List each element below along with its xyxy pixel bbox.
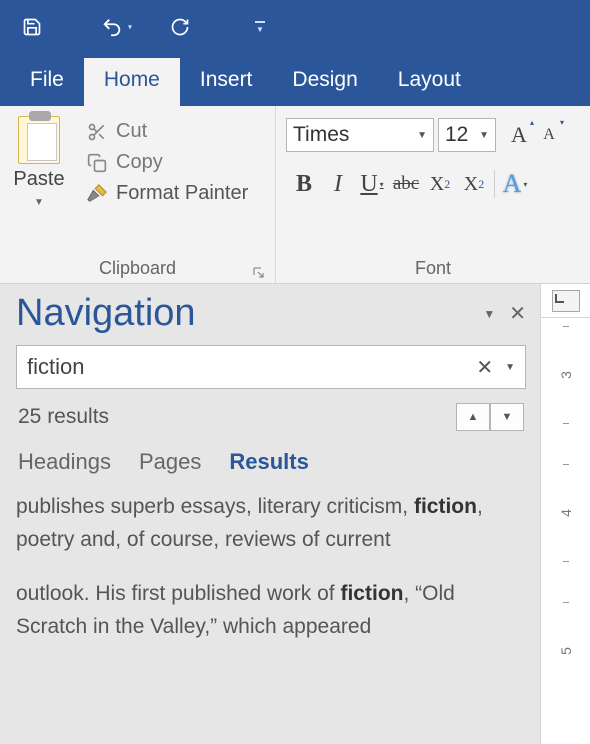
subscript-button[interactable]: X2 [426, 168, 454, 200]
paste-dropdown[interactable]: ▼ [34, 197, 44, 208]
clear-search-button[interactable]: ✕ [468, 355, 501, 380]
vertical-ruler: 3 4 5 [540, 284, 590, 744]
paste-icon[interactable] [18, 116, 60, 164]
clipboard-group-label: Clipboard [4, 254, 271, 281]
tab-layout[interactable]: Layout [378, 58, 481, 106]
close-navigation-button[interactable]: ✕ [509, 301, 526, 326]
chevron-down-icon: ▾ [380, 180, 384, 189]
tab-insert[interactable]: Insert [180, 58, 273, 106]
previous-result-button[interactable]: ▲ [456, 403, 490, 431]
undo-button[interactable]: ▾ [90, 5, 134, 49]
next-result-button[interactable]: ▼ [490, 403, 524, 431]
search-result-item[interactable]: publishes superb essays, literary critic… [16, 491, 526, 556]
chevron-down-icon: ▾ [523, 180, 527, 189]
ruler-mark: 3 [557, 371, 573, 379]
navigation-tabs: Headings Pages Results [16, 441, 526, 491]
navigation-title: Navigation [16, 292, 196, 335]
font-size-combobox[interactable]: 12 ▼ [438, 118, 496, 152]
underline-button[interactable]: U▾ [358, 168, 386, 200]
font-name-value: Times [293, 123, 349, 147]
chevron-down-icon: ▼ [471, 130, 489, 141]
nav-tab-headings[interactable]: Headings [18, 449, 111, 475]
repeat-button[interactable] [158, 5, 202, 49]
ribbon-tabs: File Home Insert Design Layout [0, 54, 590, 106]
ruler-mark: 4 [557, 509, 573, 517]
shrink-font-button[interactable]: A▾ [536, 120, 562, 150]
tab-design[interactable]: Design [272, 58, 377, 106]
customize-qat-button[interactable]: ▼ [250, 5, 270, 49]
cut-button[interactable]: Cut [82, 118, 252, 145]
font-group-label: Font [280, 254, 586, 281]
undo-caret-icon[interactable]: ▾ [128, 23, 132, 32]
nav-tab-pages[interactable]: Pages [139, 449, 201, 475]
format-painter-button[interactable]: Format Painter [82, 180, 252, 207]
results-count: 25 results [18, 405, 109, 429]
search-input[interactable] [27, 354, 468, 380]
copy-label: Copy [116, 151, 163, 174]
paintbrush-icon [86, 183, 108, 205]
search-result-item[interactable]: outlook. His first published work of fic… [16, 578, 526, 643]
strikethrough-button[interactable]: abc [392, 168, 420, 200]
cut-label: Cut [116, 120, 147, 143]
navigation-pane: Navigation ▼ ✕ ✕ ▼ 25 results ▲ ▼ Headin… [0, 284, 540, 744]
grow-font-button[interactable]: A▴ [506, 120, 532, 150]
clipboard-dialog-launcher[interactable] [253, 263, 265, 275]
search-options-dropdown[interactable]: ▼ [501, 362, 515, 373]
chevron-down-icon: ▼ [409, 130, 427, 141]
format-painter-label: Format Painter [116, 182, 248, 205]
font-size-value: 12 [445, 123, 468, 147]
quick-access-toolbar: ▾ ▼ [0, 0, 590, 54]
bold-button[interactable]: B [290, 168, 318, 200]
navigation-options-dropdown[interactable]: ▼ [483, 307, 495, 321]
paste-button[interactable]: Paste [13, 168, 64, 191]
save-button[interactable] [10, 5, 54, 49]
search-box: ✕ ▼ [16, 345, 526, 389]
font-name-combobox[interactable]: Times ▼ [286, 118, 434, 152]
text-effects-button[interactable]: A▾ [501, 168, 529, 200]
tab-selector[interactable] [541, 284, 590, 318]
copy-button[interactable]: Copy [82, 149, 252, 176]
scissors-icon [86, 121, 108, 143]
group-font: Times ▼ 12 ▼ A▴ A▾ B I [276, 106, 590, 283]
ribbon: Paste ▼ Cut Copy Format Painter Clipbo [0, 106, 590, 284]
italic-button[interactable]: I [324, 168, 352, 200]
tab-home[interactable]: Home [84, 58, 180, 106]
copy-icon [86, 152, 108, 174]
tab-file[interactable]: File [10, 58, 84, 106]
superscript-button[interactable]: X2 [460, 168, 488, 200]
ruler-track[interactable]: 3 4 5 [541, 318, 590, 744]
search-results-list: publishes superb essays, literary critic… [16, 491, 526, 734]
ruler-mark: 5 [557, 647, 573, 655]
group-clipboard: Paste ▼ Cut Copy Format Painter Clipbo [0, 106, 276, 283]
nav-tab-results[interactable]: Results [229, 449, 308, 475]
